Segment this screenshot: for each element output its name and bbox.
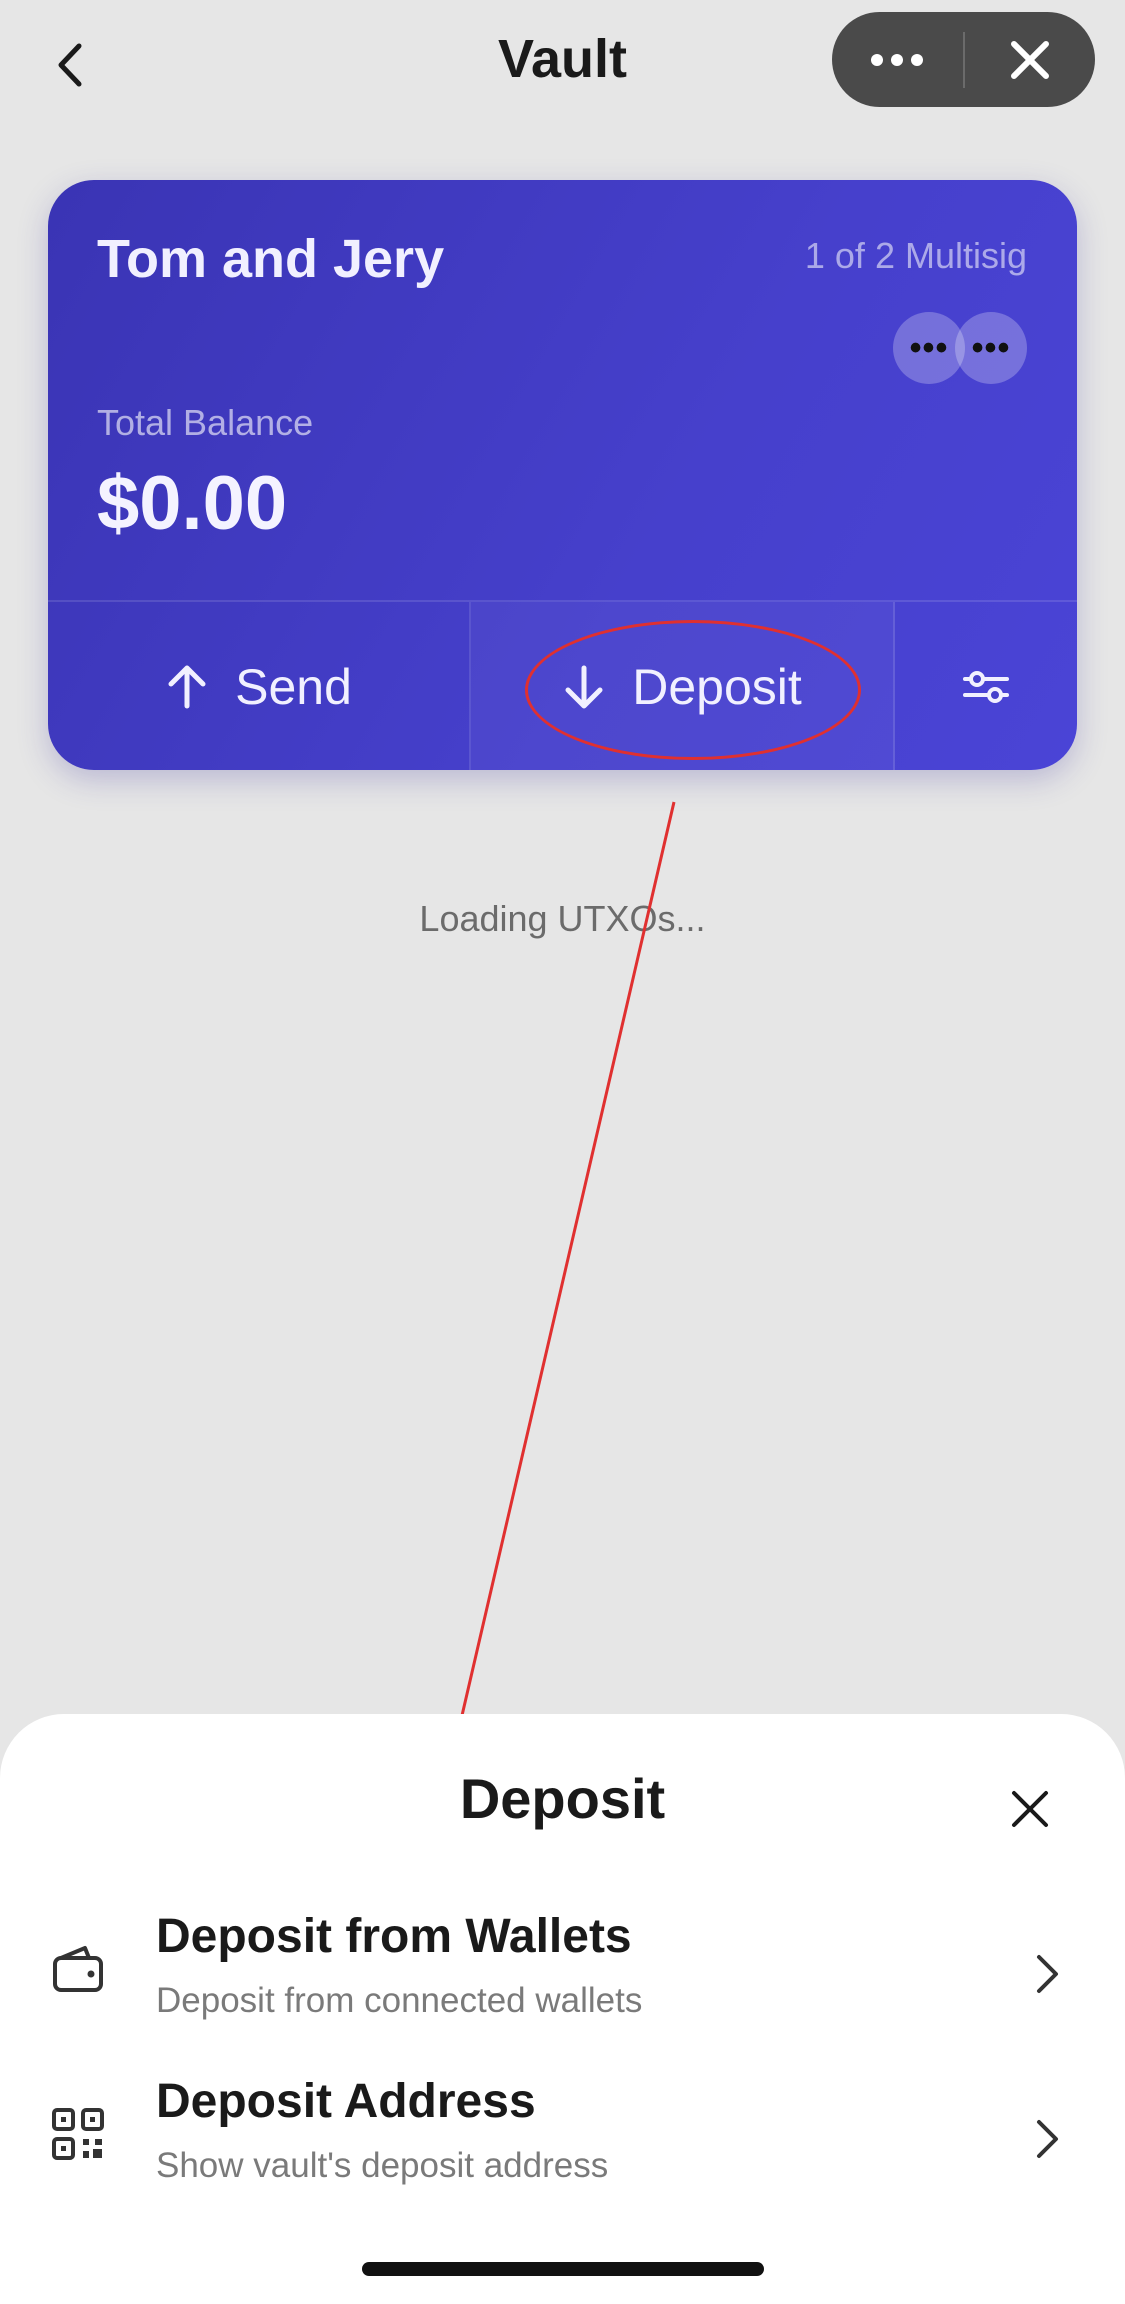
top-bar: Vault: [0, 0, 1125, 130]
chevron-right-icon: [1025, 1944, 1069, 2004]
signer-avatars: ••• •••: [893, 312, 1029, 384]
home-indicator: [362, 2262, 764, 2276]
deposit-address-option[interactable]: Deposit Address Show vault's deposit add…: [0, 2054, 1125, 2214]
option-subtitle: Deposit from connected wallets: [156, 1981, 643, 2020]
deposit-sheet: Deposit Deposit from Wallets Deposit fro…: [0, 1714, 1125, 2304]
close-button[interactable]: [965, 12, 1096, 107]
more-horizontal-icon: [871, 53, 924, 66]
annotation-highlight-ring: [525, 620, 861, 760]
sliders-icon: [963, 671, 1009, 703]
send-label: Send: [235, 659, 352, 715]
send-button[interactable]: Send: [48, 602, 471, 770]
vault-settings-button[interactable]: [895, 602, 1077, 770]
close-icon: [1012, 1791, 1048, 1827]
vault-name: Tom and Jery: [97, 229, 445, 289]
option-title: Deposit from Wallets: [156, 1910, 632, 1963]
vault-type: 1 of 2 Multisig: [804, 235, 1027, 276]
arrow-up-icon: [168, 665, 206, 709]
sheet-close-button[interactable]: [995, 1774, 1065, 1844]
signer-avatar: •••: [955, 312, 1027, 384]
balance-label: Total Balance: [97, 402, 314, 443]
wallet-icon: [48, 1939, 108, 1999]
qr-code-icon: [48, 2104, 108, 2164]
deposit-from-wallets-option[interactable]: Deposit from Wallets Deposit from connec…: [0, 1889, 1125, 2049]
loading-status: Loading UTXOs...: [419, 898, 706, 939]
close-icon: [1010, 40, 1049, 79]
option-subtitle: Show vault's deposit address: [156, 2146, 609, 2185]
balance-value: $0.00: [97, 461, 288, 546]
miniapp-capsule: [832, 12, 1095, 107]
more-button[interactable]: [832, 12, 963, 107]
chevron-right-icon: [1025, 2109, 1069, 2169]
sheet-title: Deposit: [459, 1767, 666, 1830]
option-title: Deposit Address: [156, 2075, 536, 2128]
